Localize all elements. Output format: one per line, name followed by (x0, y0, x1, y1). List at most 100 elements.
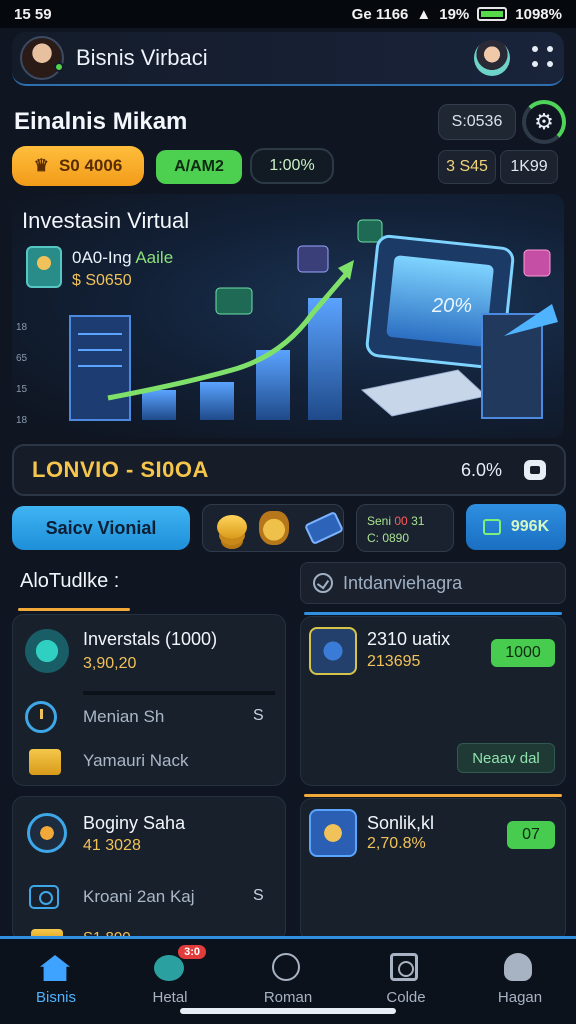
app-title: Bisnis Virbaci (76, 45, 208, 70)
secondary-action-label: 996K (510, 518, 550, 535)
card-amount: 2,70.8% (367, 835, 426, 852)
growth-bar-1 (142, 390, 176, 420)
card-row-tag: S (253, 887, 264, 904)
card-name: Inverstals (1000) (83, 629, 218, 649)
online-indicator (54, 62, 64, 72)
status-time: 15 59 (14, 5, 52, 23)
card-row-label: Yamauri Nack (83, 751, 189, 770)
balance-pill[interactable]: S:0536 (438, 104, 516, 140)
screen-percent: 20% (431, 295, 472, 317)
mini-stat-line2: C: 0890 (367, 530, 410, 545)
card-name: Boginy Saha (83, 813, 186, 833)
keyboard-icon (360, 369, 488, 417)
investment-card[interactable]: Sonlik,kl 2,70.8% 07 (300, 798, 566, 942)
home-icon (40, 955, 70, 981)
money-icon (29, 749, 61, 775)
primary-action-button[interactable]: Saicv Vionial (12, 506, 190, 550)
wifi-icon: ▲ (416, 5, 432, 23)
secondary-action-button[interactable]: 996K (466, 504, 566, 550)
mini-stat-b: 00 (394, 514, 408, 528)
compass-icon (27, 813, 67, 853)
floating-tag-icon (523, 249, 551, 277)
search-box[interactable]: Intdanviehagra (300, 562, 566, 604)
nav-item-bisnis[interactable]: Bisnis (8, 951, 104, 1006)
server-tower-icon (69, 315, 131, 421)
card-action-button[interactable]: Neaav dal (457, 743, 555, 773)
mini-stats: Seni 00 31 C: 0890 (357, 505, 453, 547)
card-name: Sonlik,kl (367, 813, 435, 833)
portfolio-chip-label: S0 4006 (58, 156, 123, 175)
card-amount: 3,90,20 (83, 655, 137, 672)
nav-label: Colde (386, 989, 426, 1006)
section-title: AloTudlke : (20, 570, 120, 592)
nav-label: Hagan (497, 989, 543, 1006)
compass-nav-icon (272, 953, 300, 981)
page-title: Einalnis Mikam (14, 108, 188, 135)
mini-stat-a: Seni (367, 514, 392, 528)
shield-icon (309, 627, 357, 675)
tools-icon (309, 809, 357, 857)
card-accent-line (304, 612, 562, 615)
user-icon (504, 953, 532, 981)
hero-banner: Investasin Virtual 0A0-Ing Aaile $ S0650… (12, 194, 564, 438)
money-bag-icon (259, 511, 289, 545)
card-badge-button[interactable]: 07 (507, 821, 555, 849)
card-accent-line (304, 794, 562, 797)
nav-item-hetal[interactable]: 3:0 Hetal (122, 945, 218, 1006)
coins-icon (217, 515, 247, 539)
investment-card[interactable]: 2310 uatix 213695 1000 Neaav dal (300, 616, 566, 786)
rewards-tile[interactable] (202, 504, 345, 552)
home-outline-icon (482, 519, 501, 535)
menu-grid-icon[interactable] (532, 46, 556, 70)
card-amount: 41 3028 (83, 837, 141, 854)
mini-stat-c: 31 (411, 514, 425, 528)
status-chip[interactable]: A/AM2 (156, 150, 242, 184)
notification-badge: 3:0 (178, 945, 206, 959)
check-circle-icon (313, 573, 333, 593)
nav-label: Hetal (152, 989, 188, 1006)
stat-chip-1[interactable]: 3 S45 (438, 150, 496, 184)
investment-card[interactable]: Boginy Saha 41 3028 Kroani 2an Kaj S S1,… (12, 796, 286, 946)
card-row-label: Kroani 2an Kaj (83, 887, 195, 906)
summary-bar[interactable]: LONVIO - SI0OA 6.0% (12, 444, 566, 496)
user-avatar[interactable] (20, 36, 64, 80)
battery-icon (477, 7, 508, 21)
floating-card-icon (297, 245, 329, 273)
card-badge-button[interactable]: 1000 (491, 639, 555, 667)
status-network: Ge 1166 (351, 5, 409, 23)
summary-code: LONVIO - SI0OA (32, 457, 209, 482)
stat-chip-2[interactable]: 1K99 (500, 150, 558, 184)
profile-avatar[interactable] (474, 40, 510, 76)
portfolio-chip[interactable]: ♛ S0 4006 (12, 146, 144, 186)
app-bar: Bisnis Virbaci (12, 32, 564, 86)
camera-icon (29, 885, 59, 909)
nav-label: Bisnis (35, 989, 76, 1006)
growth-bar-2 (200, 382, 234, 420)
card-icon (303, 510, 345, 546)
floating-message-icon (357, 219, 383, 243)
settings-button[interactable]: ⚙ (522, 100, 566, 144)
chat-bubble-icon (154, 955, 184, 981)
progress-track (83, 691, 275, 695)
summary-percent: 6.0% (460, 459, 502, 480)
camera-nav-icon (390, 953, 418, 981)
nav-item-colde[interactable]: Colde (358, 951, 454, 1006)
growth-illustration: 20% (69, 219, 558, 421)
investment-card[interactable]: Inverstals (1000) 3,90,20 Menian Sh S Ya… (12, 614, 286, 786)
home-indicator[interactable] (180, 1008, 396, 1014)
card-amount: 213695 (367, 653, 421, 670)
gear-icon: ⚙ (534, 109, 554, 134)
status-battery-right: 1098% (515, 5, 562, 23)
mini-stats-tile[interactable]: Seni 00 31 C: 0890 (356, 504, 454, 552)
crown-icon: ♛ (33, 156, 49, 175)
status-battery-pct: 19% (439, 5, 470, 23)
card-name: 2310 uatix (367, 629, 451, 649)
status-bar: 15 59 Ge 1166 ▲ 19% 1098% (0, 0, 576, 28)
nav-item-roman[interactable]: Roman (240, 951, 336, 1006)
nav-item-hagan[interactable]: Hagan (472, 951, 568, 1006)
search-placeholder: Intdanviehagra (343, 572, 463, 593)
percent-chip[interactable]: 1:00% (250, 148, 334, 184)
clock-icon (25, 701, 57, 733)
floating-chat-icon (215, 287, 253, 315)
chat-icon[interactable] (524, 460, 546, 480)
